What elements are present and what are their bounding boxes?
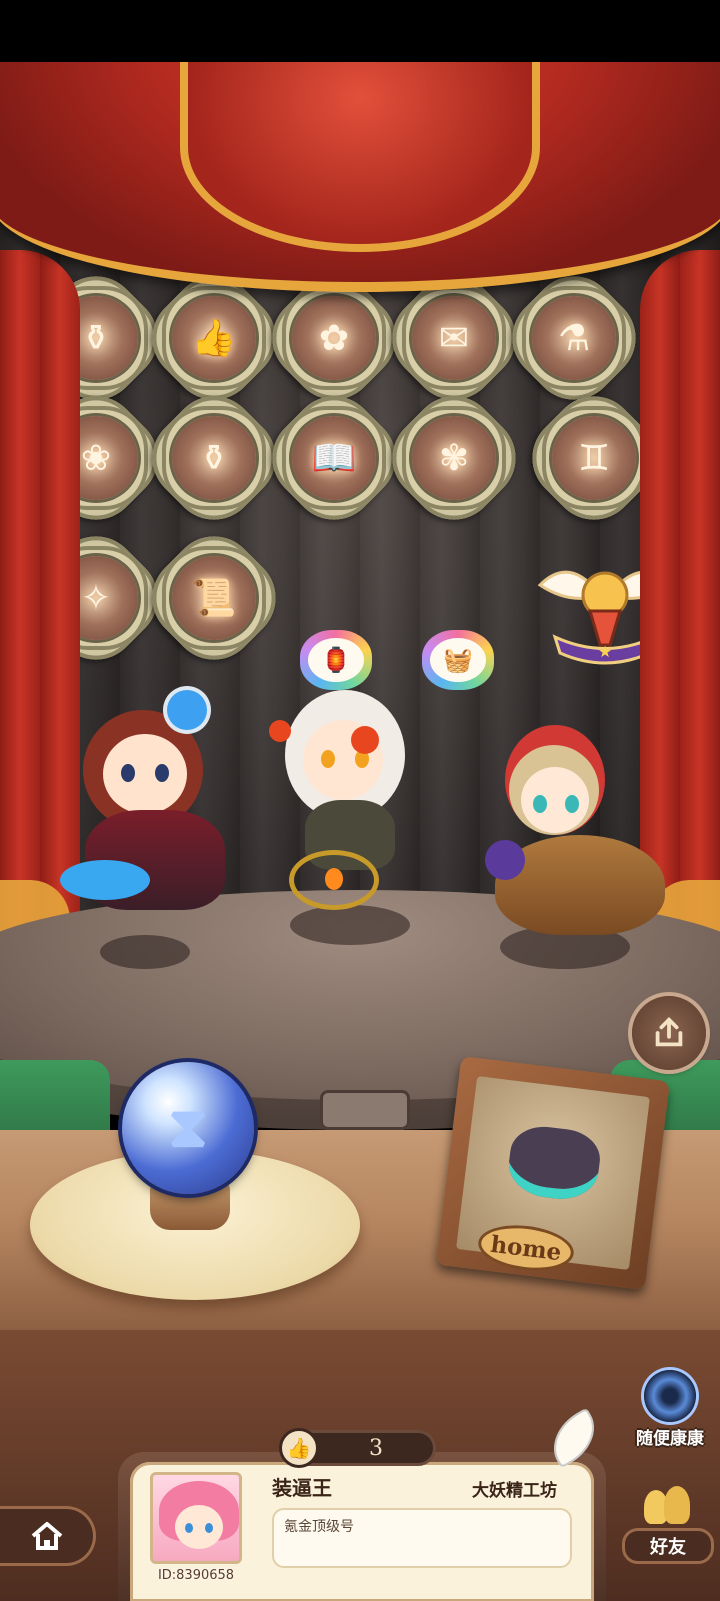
achievement-badge[interactable]: ✾ bbox=[374, 378, 534, 538]
player-name: 装逼王 bbox=[272, 1476, 332, 1500]
share-icon bbox=[655, 1017, 683, 1047]
lantern-icon: 🏮 bbox=[308, 638, 364, 682]
flower-icon bbox=[269, 720, 291, 742]
cauldron-icon: ⚱ bbox=[80, 317, 112, 359]
thumbs-up-icon: 👍 bbox=[279, 1428, 319, 1468]
character-eye bbox=[155, 764, 169, 782]
fairy-icon: ✧ bbox=[80, 577, 112, 619]
achievement-badge[interactable]: ♊ bbox=[514, 378, 674, 538]
flame-icon bbox=[325, 868, 343, 890]
character-red-hood[interactable] bbox=[485, 725, 675, 945]
status-bar bbox=[0, 0, 720, 62]
avatar-eye bbox=[205, 1523, 213, 1533]
achievement-badge[interactable]: ⚗ bbox=[494, 258, 654, 418]
character-eye bbox=[121, 764, 135, 782]
scroll-icon: 📜 bbox=[191, 578, 237, 619]
achievement-badge[interactable]: 👍 bbox=[134, 258, 294, 418]
avatar[interactable] bbox=[150, 1472, 242, 1564]
achievement-badge[interactable]: 📖 bbox=[254, 378, 414, 538]
achievement-badge[interactable]: ⚱ bbox=[134, 378, 294, 538]
certificate-icon: ✉ bbox=[438, 317, 470, 359]
character-eye bbox=[321, 750, 335, 768]
flower-icon bbox=[351, 726, 379, 754]
character-face bbox=[103, 734, 187, 814]
plant-pot-icon: ❀ bbox=[80, 437, 112, 479]
player-id: ID:8390658 bbox=[157, 1568, 235, 1583]
random-visit-button[interactable]: 随便康康 bbox=[628, 1370, 712, 1452]
workshop-name: 大妖精工坊 bbox=[472, 1481, 557, 1501]
cauldron-icon bbox=[505, 1122, 604, 1204]
achievement-badge[interactable]: ✿ bbox=[254, 258, 414, 418]
grapes-icon bbox=[485, 840, 525, 880]
character-skirt bbox=[60, 860, 150, 900]
signature-text: 氪金顶级号 bbox=[284, 1519, 354, 1535]
random-visit-label: 随便康康 bbox=[636, 1429, 704, 1449]
cauldron-icon: ⚱ bbox=[198, 437, 230, 479]
character-shadow bbox=[100, 935, 190, 969]
friends-icon bbox=[644, 1484, 694, 1528]
flower-icon: ✾ bbox=[438, 437, 470, 479]
hourglass-orb-button[interactable]: ⧗ bbox=[122, 1062, 254, 1194]
sprout-icon: ✿ bbox=[318, 317, 350, 359]
stage-scene: ⚱ 👍 ✿ ✉ ⚗ ❀ ⚱ 📖 ✾ ♊ ✧ 📜 ★ 🏮 🧺 ⧗ home 随便康… bbox=[0, 0, 720, 1601]
portal-icon bbox=[644, 1370, 696, 1422]
character-white-haired[interactable] bbox=[255, 680, 465, 920]
character-eye bbox=[533, 795, 547, 813]
thumbs-up-icon: 👍 bbox=[191, 318, 237, 359]
friends-button[interactable]: 好友 bbox=[620, 1484, 716, 1568]
like-counter[interactable]: 👍 3 bbox=[279, 1428, 436, 1468]
book-icon: 📖 bbox=[311, 438, 357, 479]
hourglass-icon: ⧗ bbox=[168, 1095, 208, 1160]
home-button[interactable] bbox=[0, 1506, 96, 1566]
share-button[interactable] bbox=[632, 996, 706, 1070]
avatar-eye bbox=[185, 1523, 193, 1533]
twins-icon: ♊ bbox=[577, 437, 611, 479]
friend-figure bbox=[664, 1486, 690, 1524]
stage-ornament bbox=[320, 1090, 410, 1130]
character-eye bbox=[565, 795, 579, 813]
svg-text:★: ★ bbox=[598, 642, 612, 661]
home-icon bbox=[31, 1522, 62, 1550]
friends-label: 好友 bbox=[622, 1528, 714, 1564]
character-face bbox=[521, 767, 589, 833]
achievement-badge[interactable]: ✉ bbox=[374, 258, 534, 418]
like-count: 3 bbox=[369, 1435, 383, 1461]
achievement-badge[interactable]: 📜 bbox=[134, 518, 294, 678]
blue-gem-icon bbox=[167, 690, 207, 730]
cauldron-icon: ⚗ bbox=[557, 317, 591, 359]
basket-icon: 🧺 bbox=[430, 638, 486, 682]
avatar-face bbox=[175, 1505, 223, 1549]
character-blue-fairy[interactable] bbox=[55, 690, 245, 920]
